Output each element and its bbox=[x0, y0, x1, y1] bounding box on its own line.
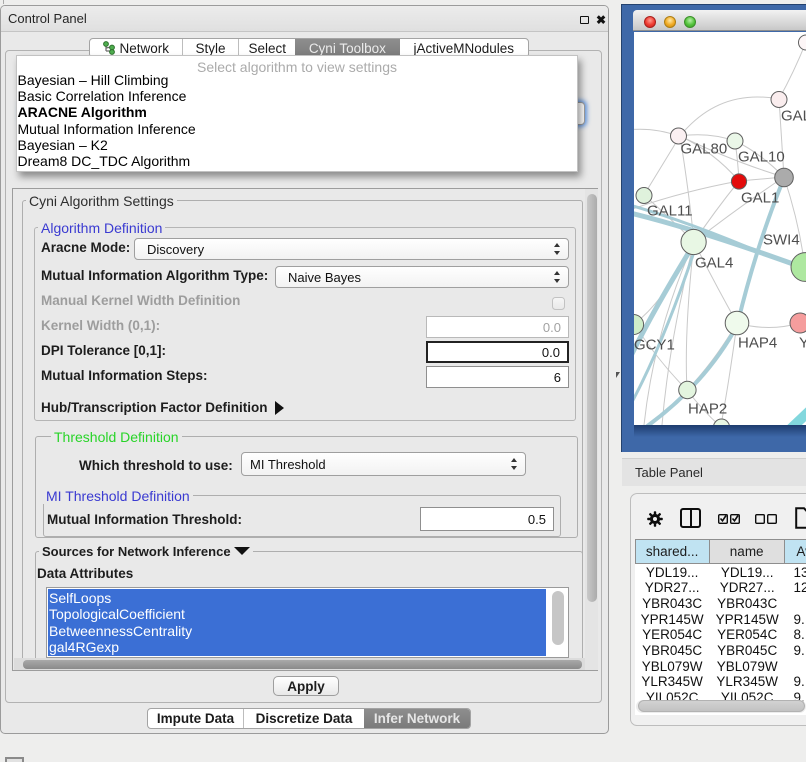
svg-text:GAL11: GAL11 bbox=[647, 202, 693, 219]
svg-text:GAL4: GAL4 bbox=[695, 254, 733, 271]
svg-text:GAL1: GAL1 bbox=[741, 189, 779, 206]
svg-text:HAP4: HAP4 bbox=[738, 334, 777, 351]
svg-text:Y: Y bbox=[799, 334, 806, 351]
svg-text:GCY1: GCY1 bbox=[634, 336, 675, 353]
svg-text:SWI4: SWI4 bbox=[763, 231, 800, 248]
svg-text:GAL8: GAL8 bbox=[781, 107, 806, 124]
svg-text:GAL10: GAL10 bbox=[738, 148, 785, 165]
svg-text:HAP2: HAP2 bbox=[688, 400, 727, 417]
svg-text:GAL80: GAL80 bbox=[681, 140, 728, 157]
